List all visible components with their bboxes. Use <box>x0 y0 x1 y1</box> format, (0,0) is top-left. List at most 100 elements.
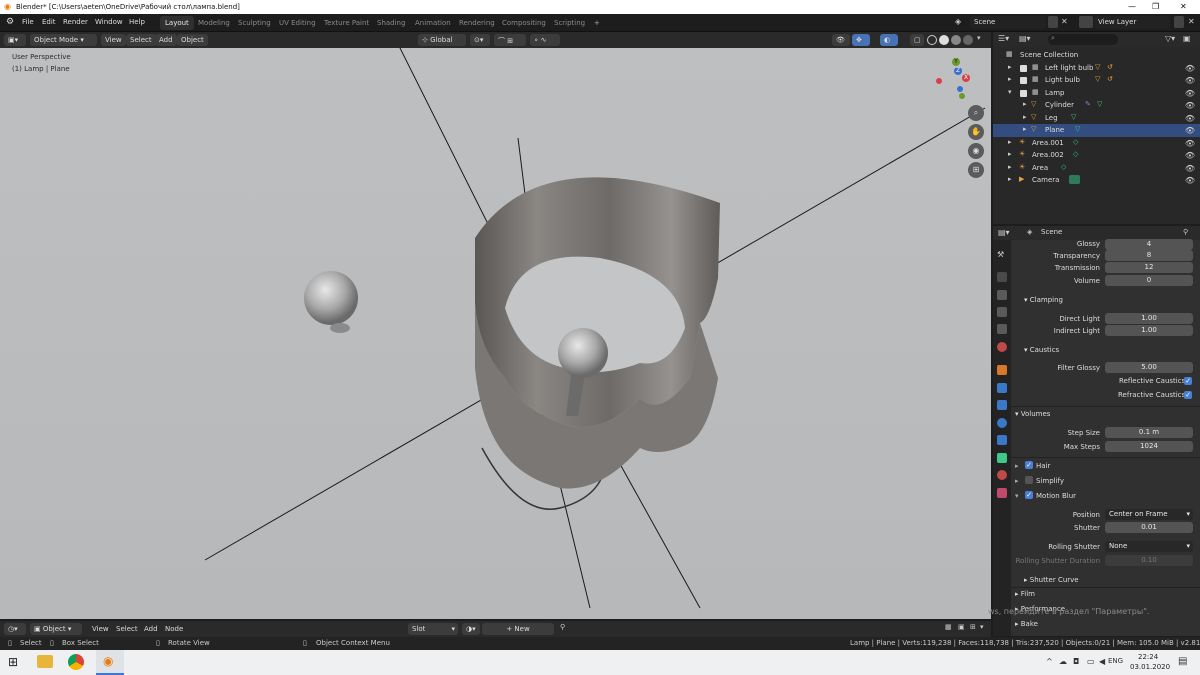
node-overlay-icon[interactable]: ⊞ <box>970 623 976 631</box>
expand-icon[interactable]: ▸ <box>1023 113 1027 121</box>
outliner-item[interactable]: ▸ ☀ Area.001 ◇ 👁 <box>993 137 1200 150</box>
orientation-dropdown[interactable]: ⊹ Global <box>418 34 466 46</box>
tab-compositing[interactable]: Compositing <box>497 16 551 30</box>
menu-file[interactable]: File <box>22 18 34 26</box>
shutter-field[interactable]: 0.01 <box>1105 522 1193 533</box>
clamping-section[interactable]: ▾ Clamping <box>1024 296 1063 304</box>
visibility-checkbox[interactable] <box>1020 89 1027 97</box>
slot-dropdown[interactable]: Slot ▾ <box>408 623 458 635</box>
view-layer-close-icon[interactable]: ✕ <box>1188 17 1195 26</box>
material-shading-icon[interactable] <box>951 35 961 45</box>
properties-editor-icon[interactable]: ▤▾ <box>998 228 1010 237</box>
eye-icon[interactable]: 👁 <box>1185 151 1195 160</box>
clock-time[interactable]: 22:24 <box>1138 653 1158 661</box>
close-button[interactable]: ✕ <box>1180 2 1187 11</box>
texture-tab-icon[interactable] <box>997 488 1007 498</box>
render-tab-icon[interactable] <box>997 272 1007 282</box>
camera-view-icon[interactable]: ◉ <box>968 143 984 159</box>
network-icon[interactable]: ▭ <box>1087 657 1095 666</box>
outliner-item[interactable]: ▸ ☀ Area.002 ◇ 👁 <box>993 149 1200 162</box>
node-tool-icon[interactable]: ▦ <box>945 623 952 631</box>
bake-section[interactable]: ▸ Bake <box>1015 620 1038 628</box>
simplify-checkbox[interactable] <box>1025 476 1033 484</box>
editor-type-icon[interactable]: ▣▾ <box>4 34 26 46</box>
expand-icon[interactable]: ▸ <box>1008 75 1012 83</box>
tray-chevron-icon[interactable]: ^ <box>1046 657 1053 666</box>
visibility-icon[interactable]: 👁 <box>832 34 850 46</box>
data-tab-icon[interactable] <box>997 453 1007 463</box>
node-snap-icon[interactable]: ▣ <box>958 623 965 631</box>
rolling-duration-field[interactable]: 0.10 <box>1105 555 1193 566</box>
expand-icon[interactable]: ▸ <box>1008 175 1012 183</box>
gizmo-icon[interactable]: ✥ <box>852 34 870 46</box>
expand-icon[interactable]: ▸ <box>1008 138 1012 146</box>
volumes-section[interactable]: ▾ Volumes <box>1015 410 1050 418</box>
maximize-button[interactable]: ❐ <box>1152 2 1159 11</box>
constraints-tab-icon[interactable] <box>997 435 1007 445</box>
transmission-field[interactable]: 12 <box>1105 262 1193 273</box>
filter-icon[interactable]: ▽▾ <box>1165 34 1175 43</box>
outliner-item-selected[interactable]: ▸ ▽ Plane ▽ 👁 <box>993 124 1200 137</box>
material-browse-icon[interactable]: ◑▾ <box>462 623 480 635</box>
reflective-caustics-checkbox[interactable]: ✓ <box>1184 377 1192 385</box>
camera-tray-icon[interactable]: ◘ <box>1073 657 1079 666</box>
tool-tab-icon[interactable]: ⚒ <box>997 250 1007 260</box>
eye-icon[interactable]: 👁 <box>1185 114 1195 123</box>
object-menu[interactable]: Object <box>177 34 208 46</box>
expand-icon[interactable]: ▸ <box>1008 150 1012 158</box>
outliner-item[interactable]: ▸ ▽ Leg ▽ 👁 <box>993 112 1200 125</box>
volume-field[interactable]: 0 <box>1105 275 1193 286</box>
refractive-caustics-checkbox[interactable]: ✓ <box>1184 391 1192 399</box>
view-layer-selector[interactable]: View Layer <box>1094 16 1170 29</box>
eye-icon[interactable]: 👁 <box>1185 89 1195 98</box>
node-editor-type-icon[interactable]: ◷▾ <box>4 623 26 635</box>
tab-sculpting[interactable]: Sculpting <box>233 16 276 30</box>
pin-icon[interactable]: ⚲ <box>1183 228 1188 236</box>
hair-checkbox[interactable]: ✓ <box>1025 461 1033 469</box>
navigation-gizmo[interactable]: Y Z X <box>934 58 974 103</box>
xray-icon[interactable]: ▢ <box>910 34 924 46</box>
rendered-shading-icon[interactable] <box>963 35 973 45</box>
volume-icon[interactable]: ◀ <box>1099 657 1105 666</box>
tab-animation[interactable]: Animation <box>410 16 456 30</box>
visibility-checkbox[interactable] <box>1020 64 1027 72</box>
direct-light-field[interactable]: 1.00 <box>1105 313 1193 324</box>
zoom-icon[interactable]: ⌕ <box>968 105 984 121</box>
blender-menu-icon[interactable]: ⚙ <box>6 17 14 27</box>
node-view-menu[interactable]: View <box>88 623 113 635</box>
indirect-light-field[interactable]: 1.00 <box>1105 325 1193 336</box>
menu-window[interactable]: Window <box>95 18 123 26</box>
node-select-menu[interactable]: Select <box>112 623 142 635</box>
scene-close-icon[interactable]: ✕ <box>1061 17 1068 26</box>
solid-shading-icon[interactable] <box>939 35 949 45</box>
expand-icon[interactable]: ▸ <box>1023 125 1027 133</box>
clock-date[interactable]: 03.01.2020 <box>1130 663 1170 671</box>
gizmo-x-axis[interactable]: X <box>962 74 970 82</box>
tab-rendering[interactable]: Rendering <box>454 16 500 30</box>
expand-icon[interactable]: ▸ <box>1008 63 1012 71</box>
simplify-expand-icon[interactable]: ▸ <box>1015 477 1019 485</box>
tab-scripting[interactable]: Scripting <box>549 16 590 30</box>
menu-render[interactable]: Render <box>63 18 88 26</box>
node-pin-icon[interactable]: ⚲ <box>560 623 565 631</box>
outliner-editor-icon[interactable]: ☰▾ <box>998 34 1009 43</box>
hair-expand-icon[interactable]: ▸ <box>1015 462 1019 470</box>
node-options-icon[interactable]: ▾ <box>980 623 984 631</box>
outliner-search-input[interactable]: ⌕ <box>1048 34 1118 45</box>
new-material-button[interactable]: + New <box>482 623 554 635</box>
glossy-field[interactable]: 4 <box>1105 239 1193 250</box>
menu-help[interactable]: Help <box>129 18 145 26</box>
gizmo-neg-x[interactable] <box>936 78 942 84</box>
node-node-menu[interactable]: Node <box>161 623 187 635</box>
outliner-root[interactable]: ▦ Scene Collection <box>993 49 1200 62</box>
outliner-item[interactable]: ▸ ▶ Camera 👁 <box>993 174 1200 187</box>
gizmo-neg-z[interactable] <box>957 86 963 92</box>
add-workspace-button[interactable]: + <box>589 16 605 30</box>
film-section[interactable]: ▸ Film <box>1015 590 1035 598</box>
expand-icon[interactable]: ▸ <box>1008 163 1012 171</box>
outliner-item[interactable]: ▸ ▦ Left light bulb ▽ ↺ 👁 <box>993 62 1200 75</box>
chrome-icon[interactable] <box>68 654 84 670</box>
blender-taskbar-item[interactable]: ◉ <box>96 650 124 675</box>
collapse-icon[interactable]: ▾ <box>1008 88 1012 96</box>
notifications-icon[interactable]: ▤ <box>1178 656 1187 667</box>
